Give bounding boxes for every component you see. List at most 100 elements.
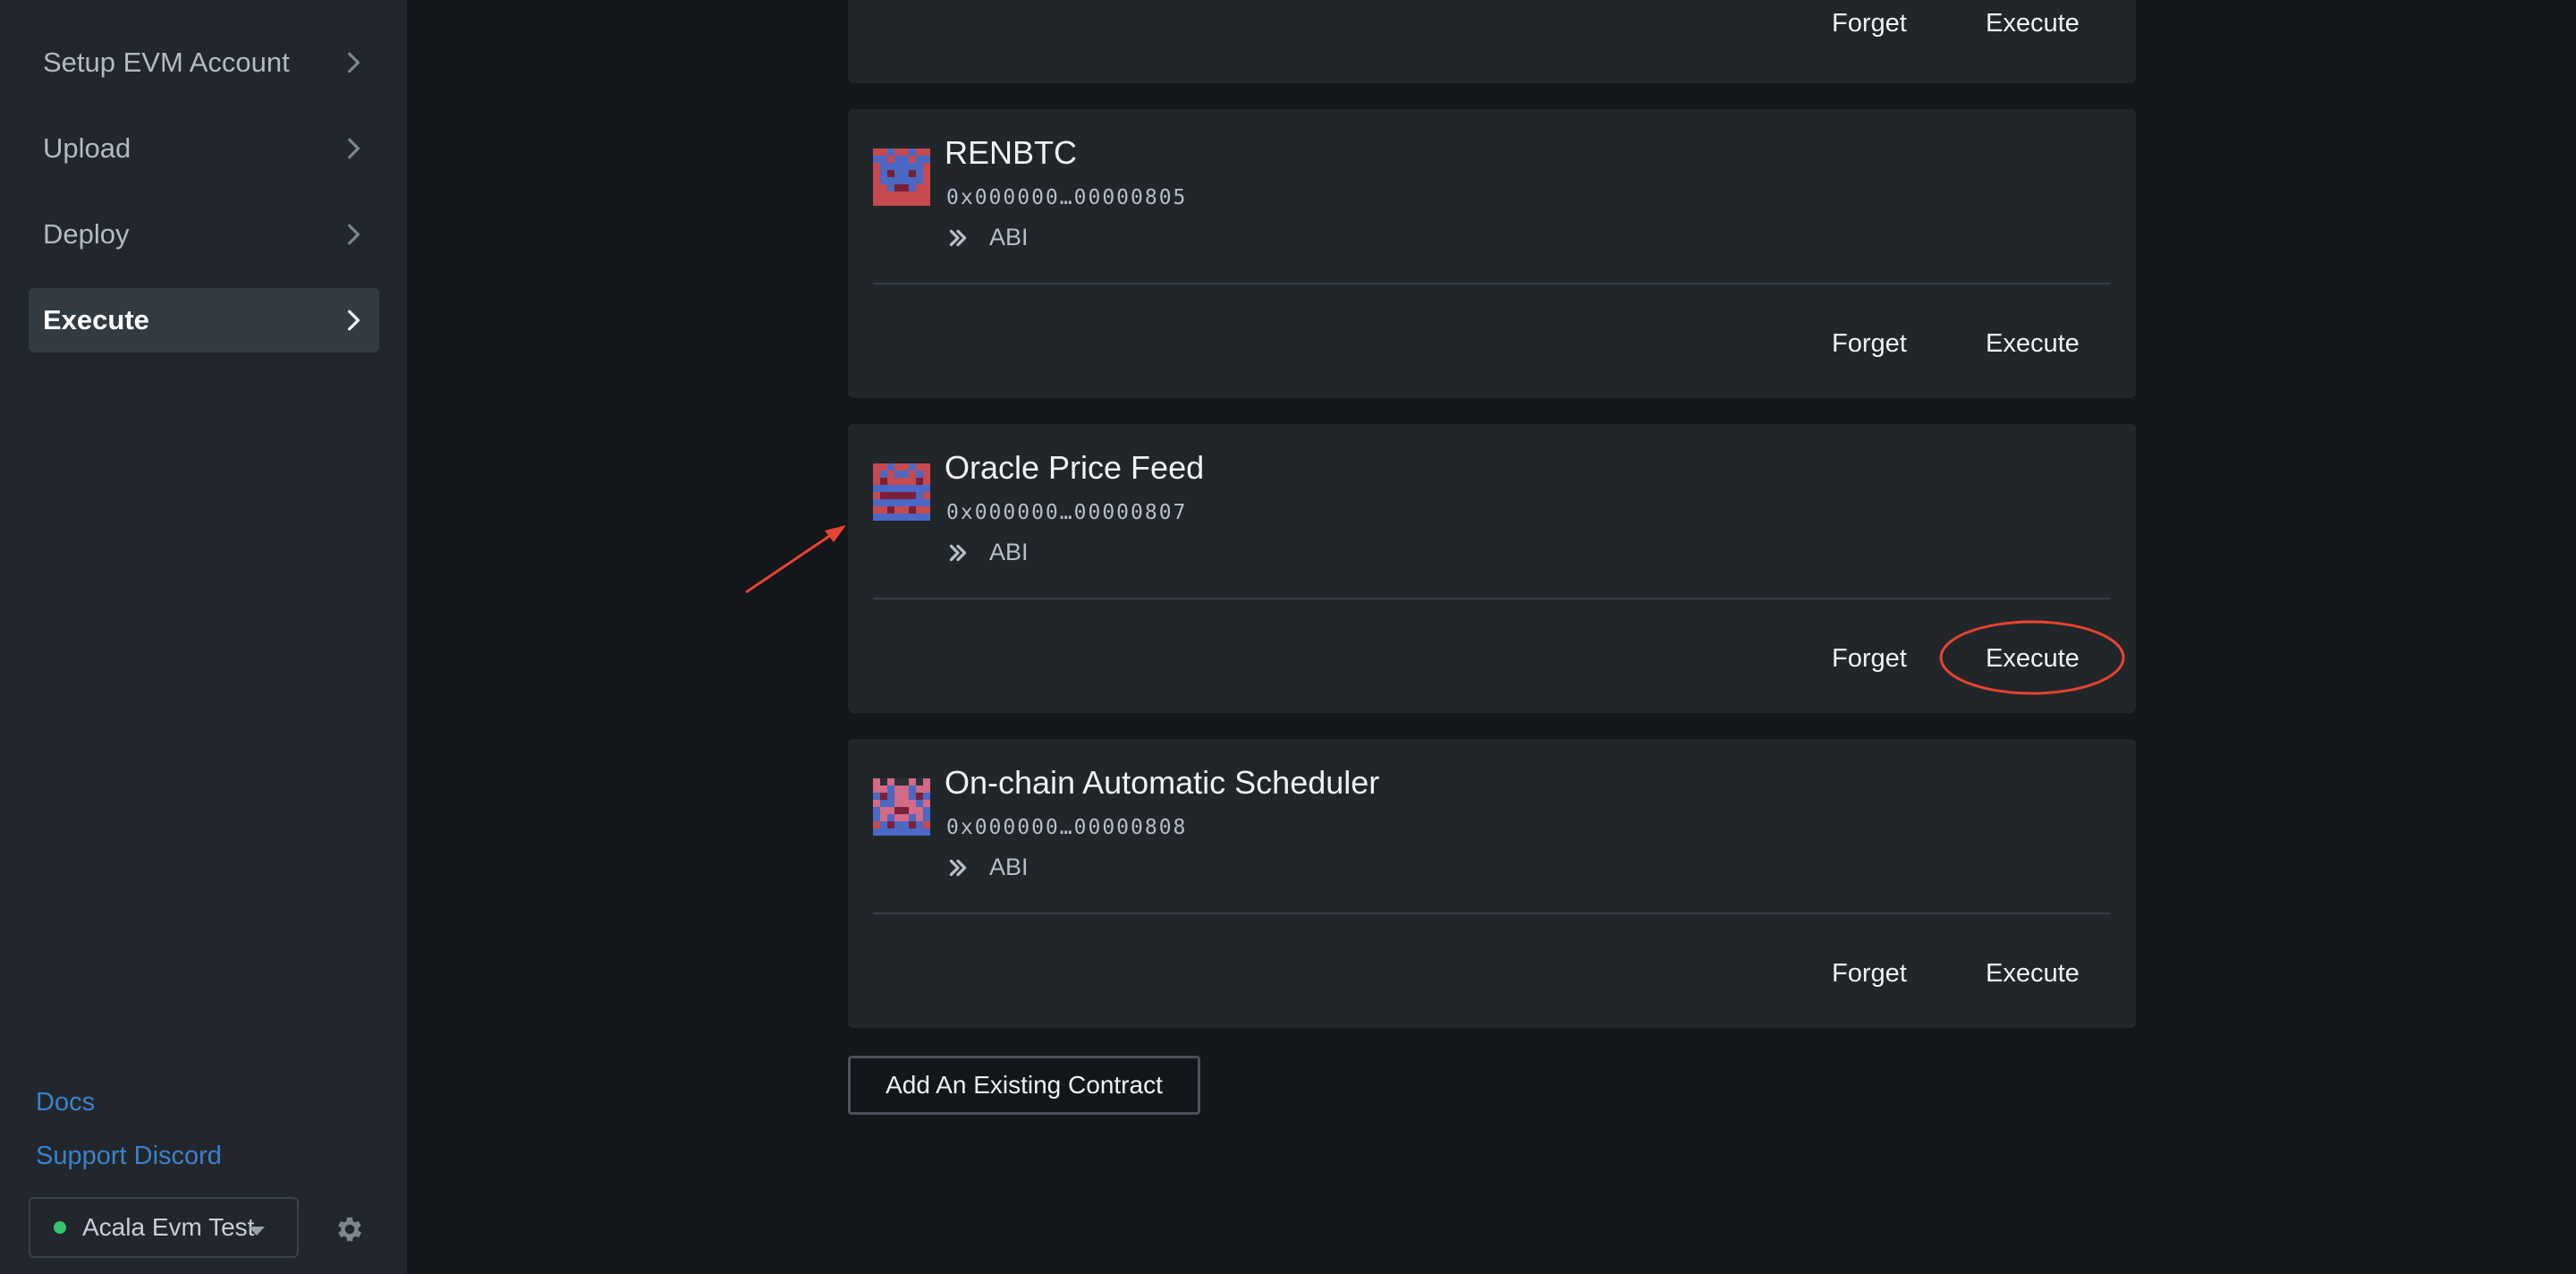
avatar-pixel <box>880 514 887 521</box>
avatar-pixel <box>873 485 880 492</box>
avatar-pixel <box>873 184 880 191</box>
avatar-pixel <box>887 163 894 170</box>
avatar-pixel <box>880 506 887 514</box>
avatar-pixel <box>894 485 902 492</box>
contract-card: Oracle Price Feed 0x000000…00000807 ABI … <box>848 424 2136 713</box>
avatar-pixel <box>894 471 902 478</box>
avatar-pixel <box>909 478 916 485</box>
execute-button[interactable]: Execute <box>1986 329 2080 359</box>
avatar-pixel <box>887 778 894 786</box>
avatar-pixel <box>902 793 909 800</box>
avatar-pixel <box>902 184 909 191</box>
avatar-pixel <box>880 463 887 471</box>
avatar-pixel <box>887 786 894 793</box>
abi-toggle[interactable]: ABI <box>946 224 1029 251</box>
avatar-pixel <box>902 807 909 814</box>
nav-upload[interactable]: Upload <box>29 116 379 181</box>
avatar-pixel <box>909 828 916 836</box>
forget-button[interactable]: Forget <box>1832 9 1907 38</box>
nav-deploy[interactable]: Deploy <box>29 202 379 267</box>
abi-toggle[interactable]: ABI <box>946 539 1029 566</box>
gear-icon[interactable] <box>334 1213 366 1245</box>
nav-execute[interactable]: Execute <box>29 288 379 352</box>
avatar-pixel <box>873 471 880 478</box>
avatar-pixel <box>880 199 887 206</box>
avatar-pixel <box>894 800 902 807</box>
avatar-pixel <box>894 463 902 471</box>
avatar-pixel <box>909 786 916 793</box>
contract-address: 0x000000…00000807 <box>946 501 1188 524</box>
execute-button[interactable]: Execute <box>1986 959 2080 989</box>
avatar-pixel <box>902 514 909 521</box>
avatar-pixel <box>923 778 930 786</box>
avatar-pixel <box>894 177 902 184</box>
forget-button[interactable]: Forget <box>1832 644 1907 674</box>
avatar-pixel <box>909 471 916 478</box>
avatar-pixel <box>916 478 923 485</box>
avatar-pixel <box>887 177 894 184</box>
avatar-pixel <box>880 191 887 199</box>
avatar-pixel <box>894 156 902 163</box>
avatar-pixel <box>909 506 916 514</box>
avatar-pixel <box>923 199 930 206</box>
avatar-pixel <box>880 492 887 499</box>
avatar-pixel <box>923 828 930 836</box>
avatar-pixel <box>887 170 894 177</box>
divider <box>873 598 2111 599</box>
avatar-pixel <box>902 814 909 821</box>
avatar-pixel <box>923 177 930 184</box>
caret-down-icon <box>249 1227 265 1236</box>
avatar-pixel <box>894 506 902 514</box>
avatar-pixel <box>873 199 880 206</box>
nav-setup-evm-account[interactable]: Setup EVM Account <box>29 30 379 95</box>
add-existing-contract-button[interactable]: Add An Existing Contract <box>848 1056 1200 1115</box>
avatar-pixel <box>873 814 880 821</box>
avatar-pixel <box>873 191 880 199</box>
chevron-right-icon <box>342 309 365 332</box>
contract-address: 0x000000…00000808 <box>946 816 1188 839</box>
avatar-pixel <box>873 786 880 793</box>
avatar-pixel <box>923 191 930 199</box>
avatar-pixel <box>902 821 909 828</box>
avatar-pixel <box>894 199 902 206</box>
avatar-pixel <box>923 471 930 478</box>
avatar-pixel <box>894 478 902 485</box>
execute-button[interactable]: Execute <box>1986 644 2080 674</box>
avatar-pixel <box>902 156 909 163</box>
avatar-pixel <box>873 163 880 170</box>
avatar-pixel <box>880 793 887 800</box>
abi-toggle[interactable]: ABI <box>946 854 1029 881</box>
chevron-right-icon <box>342 223 365 246</box>
avatar-pixel <box>887 191 894 199</box>
avatar-pixel <box>887 463 894 471</box>
avatar-pixel <box>880 786 887 793</box>
avatar-pixel <box>887 506 894 514</box>
execute-button[interactable]: Execute <box>1986 9 2080 38</box>
contract-info: Oracle Price Feed 0x000000…00000807 ABI <box>873 449 2111 610</box>
network-select[interactable]: Acala Evm Test <box>29 1197 299 1258</box>
avatar-pixel <box>873 807 880 814</box>
avatar-pixel <box>880 821 887 828</box>
contract-address: 0x000000…00000805 <box>946 186 1188 209</box>
avatar-pixel <box>923 793 930 800</box>
avatar-pixel <box>880 170 887 177</box>
support-discord-link[interactable]: Support Discord <box>36 1142 222 1171</box>
forget-button[interactable]: Forget <box>1832 959 1907 989</box>
avatar-pixel <box>916 800 923 807</box>
avatar-pixel <box>902 149 909 156</box>
divider <box>873 283 2111 285</box>
avatar-pixel <box>909 163 916 170</box>
avatar-pixel <box>916 191 923 199</box>
avatar-pixel <box>873 778 880 786</box>
avatar-pixel <box>887 471 894 478</box>
docs-link[interactable]: Docs <box>36 1088 95 1117</box>
avatar-pixel <box>916 170 923 177</box>
forget-button[interactable]: Forget <box>1832 329 1907 359</box>
avatar-pixel <box>923 514 930 521</box>
avatar-pixel <box>916 149 923 156</box>
avatar-pixel <box>916 485 923 492</box>
avatar-pixel <box>909 793 916 800</box>
avatar-pixel <box>923 821 930 828</box>
divider <box>873 913 2111 914</box>
avatar-pixel <box>909 156 916 163</box>
